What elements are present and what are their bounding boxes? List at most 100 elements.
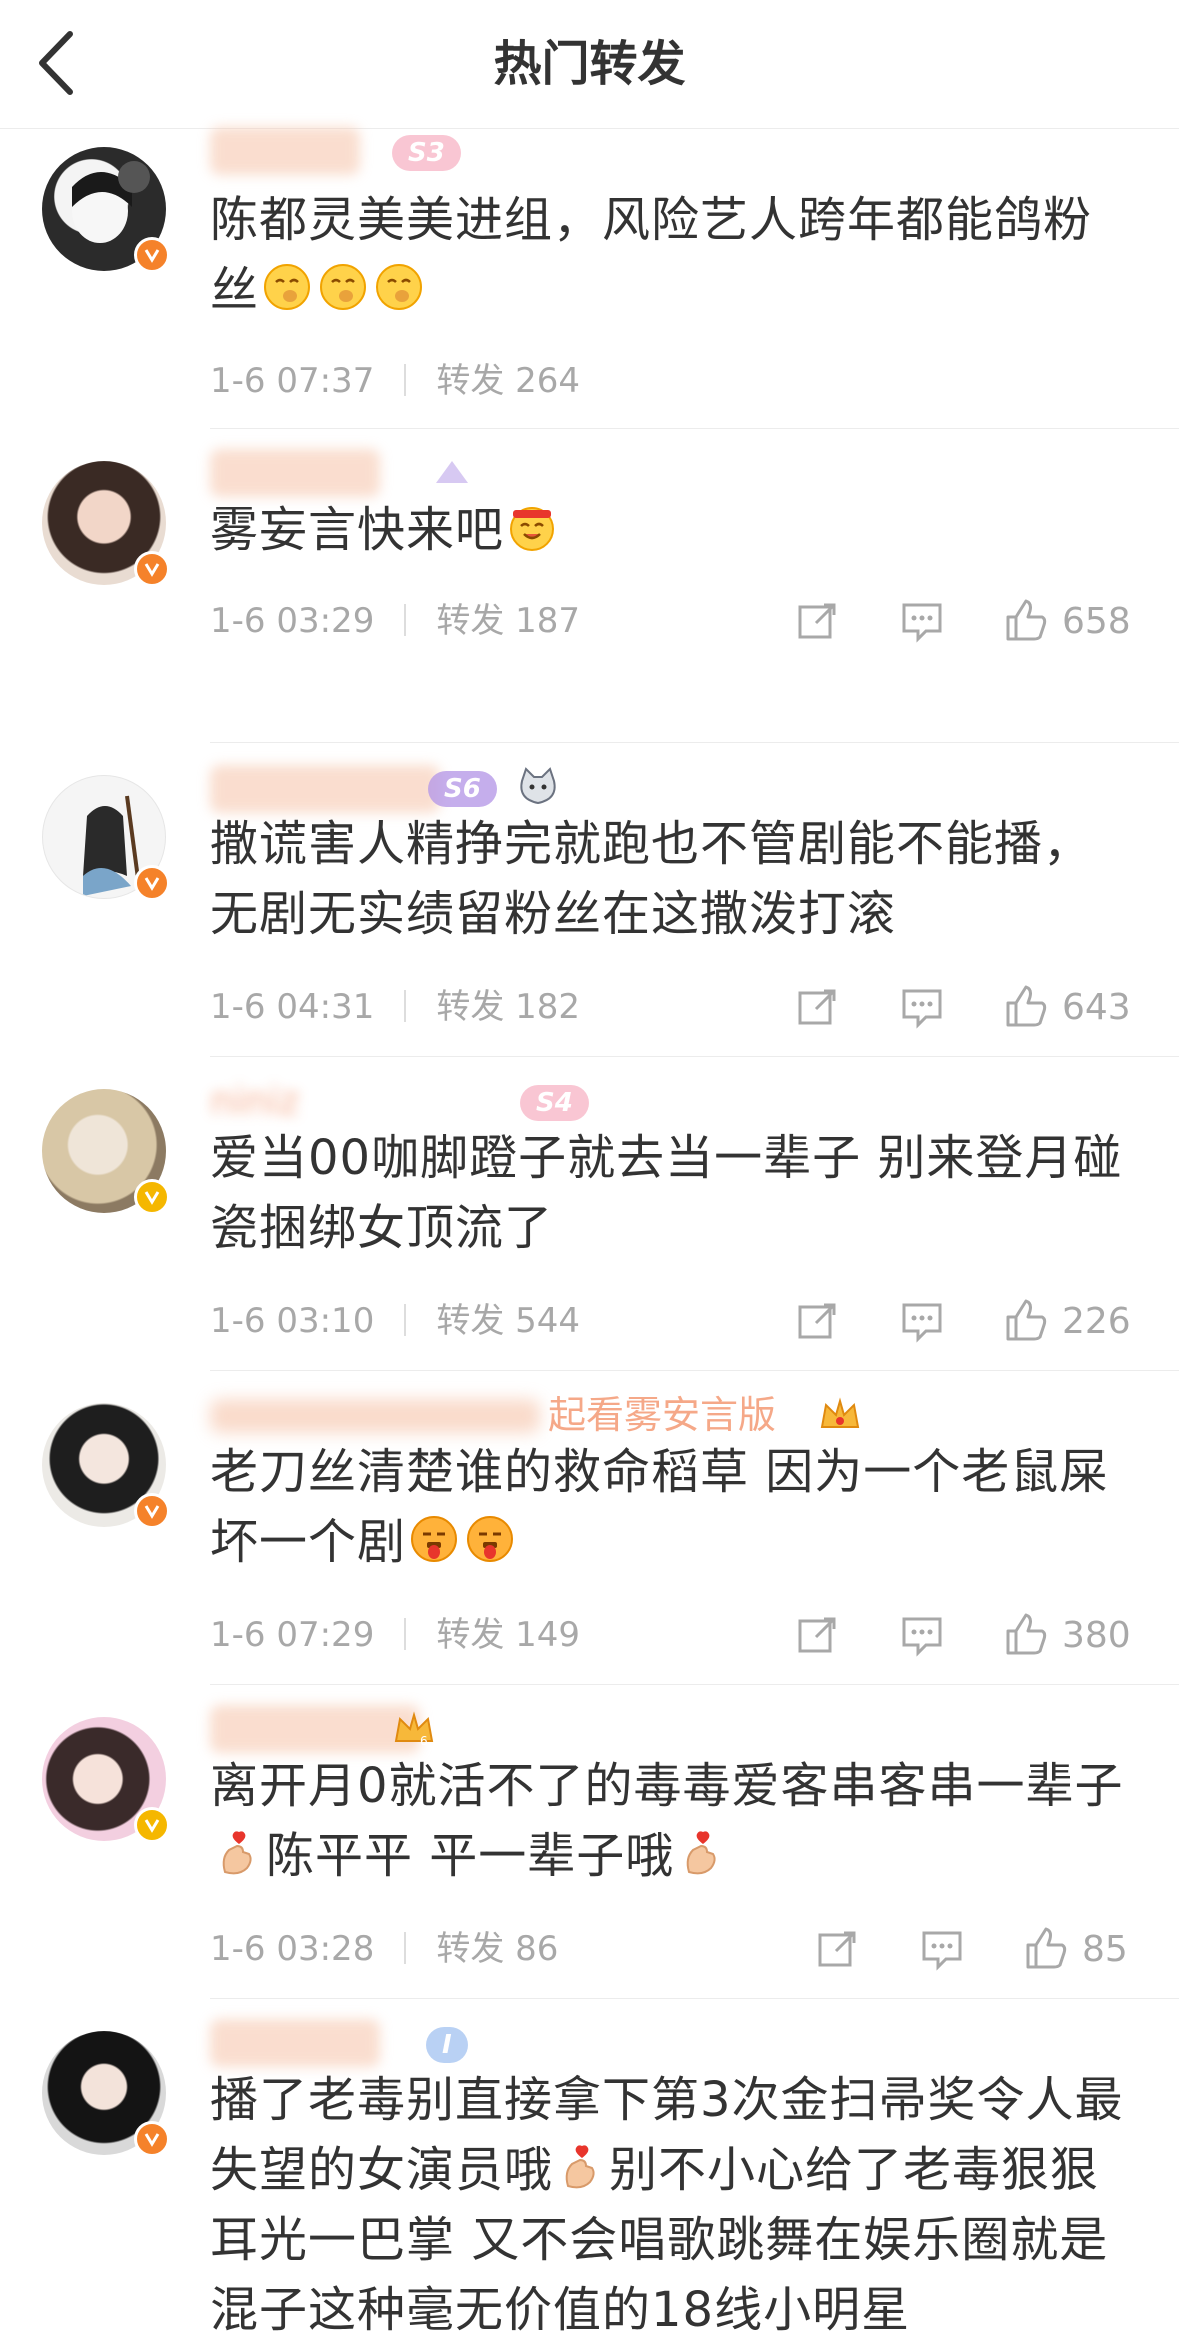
username-blurred-part (210, 1399, 540, 1433)
verified-badge-icon (134, 551, 170, 587)
yawn-emoji-icon (320, 264, 367, 310)
avatar[interactable] (42, 775, 170, 901)
avatar[interactable] (42, 1717, 170, 1843)
post-content: 陈都灵美美进组，风险艺人跨年都能鸽粉丝 (210, 192, 1093, 318)
avatar[interactable] (42, 1089, 170, 1215)
share-icon (798, 1617, 836, 1653)
verified-badge-icon (134, 865, 170, 901)
share-button[interactable] (794, 977, 842, 1037)
comment-button[interactable] (898, 977, 946, 1037)
level-badge: S3 (392, 135, 461, 171)
like-button[interactable]: 643 (1002, 977, 1131, 1037)
cheer-emoji-icon (510, 507, 555, 551)
tongue-emoji-icon (467, 1516, 514, 1562)
verified-badge-icon (134, 2121, 170, 2157)
avatar[interactable] (42, 1403, 170, 1529)
action-bar: 226 (0, 1291, 1179, 1351)
action-bar: 658 (0, 591, 1179, 651)
like-icon (1006, 599, 1047, 641)
post-meta: 1-6 07:37 转发 264 (210, 357, 580, 405)
post-content: 雾妄言快来吧 (210, 495, 1140, 565)
decoration-icon (430, 453, 474, 497)
post-content: 播了老毒别直接拿下第3次金扫帚奖令人最失望的女演员哦 别不小心给了老毒狠狠耳光一巴… (210, 2072, 1124, 2338)
crown-icon (818, 1393, 862, 1437)
avatar[interactable] (42, 147, 170, 273)
share-button[interactable] (794, 1605, 842, 1665)
meta-divider (404, 364, 407, 396)
cat-icon (516, 765, 560, 809)
like-button[interactable]: 85 (1022, 1919, 1128, 1979)
like-icon (1026, 1927, 1067, 1969)
post-time: 1-6 07:37 (210, 361, 375, 401)
page-title: 热门转发 (493, 36, 686, 92)
like-count: 380 (1062, 1614, 1131, 1656)
share-icon (798, 1303, 836, 1339)
username[interactable]: 起看雾安言版 (548, 1391, 776, 1439)
username[interactable]: niniz (210, 1077, 299, 1125)
comment-button[interactable] (918, 1919, 966, 1979)
share-button[interactable] (814, 1919, 862, 1979)
level-badge: S4 (520, 1085, 589, 1121)
comment-button[interactable] (898, 1605, 946, 1665)
avatar[interactable] (42, 2031, 170, 2157)
action-bar: 380 (0, 1605, 1179, 1665)
comment-icon (922, 1931, 962, 1971)
post-content: 离开月0就活不了的毒毒爱客串客串一辈子陈平平 平一辈子哦 (210, 1758, 1124, 1884)
like-count: 643 (1062, 986, 1131, 1028)
list-item[interactable]: S6 撒谎害人精挣完就跑也不管剧能不能播，无剧无实绩留粉丝在这撒泼打滚 1-6 … (0, 743, 1179, 1057)
action-bar: 85 (0, 1919, 1179, 1979)
comment-icon (902, 1303, 942, 1343)
like-count: 226 (1062, 1300, 1131, 1342)
post-content: 撒谎害人精挣完就跑也不管剧能不能播，无剧无实绩留粉丝在这撒泼打滚 (210, 816, 1093, 942)
list-item[interactable]: 雾妄言快来吧 1-6 03:29 转发 187 658 (0, 429, 1179, 743)
svg-text:6: 6 (420, 1734, 428, 1748)
comment-icon (902, 603, 942, 643)
username[interactable] (210, 1705, 420, 1753)
share-button[interactable] (794, 1291, 842, 1351)
share-icon (818, 1931, 856, 1967)
like-icon (1006, 1299, 1047, 1341)
share-icon (798, 603, 836, 639)
like-count: 85 (1082, 1928, 1128, 1970)
post-content: 老刀丝清楚谁的救命稻草 因为一个老鼠屎坏一个剧 (210, 1444, 1109, 1570)
action-bar: 643 (0, 977, 1179, 1037)
username[interactable] (210, 449, 380, 497)
finger-heart-icon (686, 1831, 716, 1875)
crown-icon: 6 (392, 1707, 436, 1751)
repost-count: 转发 264 (436, 361, 581, 401)
verified-badge-icon (134, 1807, 170, 1843)
list-item[interactable]: niniz S4 爱当00咖脚蹬子就去当一辈子 别来登月碰瓷捆绑女顶流了 1-6… (0, 1057, 1179, 1371)
share-icon (798, 989, 836, 1025)
username[interactable] (210, 127, 360, 175)
comment-icon (902, 1617, 942, 1657)
like-icon (1006, 985, 1047, 1027)
finger-heart-icon (222, 1831, 252, 1875)
tongue-emoji-icon (411, 1516, 458, 1562)
list-item[interactable]: I 播了老毒别直接拿下第3次金扫帚奖令人最失望的女演员哦 别不小心给了老毒狠狠耳光… (0, 1999, 1179, 2338)
username[interactable] (210, 2019, 380, 2067)
like-button[interactable]: 658 (1002, 591, 1131, 651)
comment-button[interactable] (898, 591, 946, 651)
yawn-emoji-icon (264, 264, 311, 310)
verified-badge-icon (134, 1493, 170, 1529)
navigation-bar: 热门转发 (0, 0, 1179, 129)
post-content: 爱当00咖脚蹬子就去当一辈子 别来登月碰瓷捆绑女顶流了 (210, 1130, 1123, 1256)
username[interactable] (210, 765, 440, 813)
verified-badge-icon (134, 237, 170, 273)
level-badge: S6 (428, 771, 497, 807)
list-item[interactable]: 6 离开月0就活不了的毒毒爱客串客串一辈子陈平平 平一辈子哦 1-6 03:28… (0, 1685, 1179, 1999)
list-item[interactable]: S3 陈都灵美美进组，风险艺人跨年都能鸽粉丝 1-6 07:37 转发 264 (0, 127, 1179, 429)
share-button[interactable] (794, 591, 842, 651)
like-button[interactable]: 380 (1002, 1605, 1131, 1665)
avatar[interactable] (42, 461, 170, 587)
like-button[interactable]: 226 (1002, 1291, 1131, 1351)
yawn-emoji-icon (376, 264, 423, 310)
comment-button[interactable] (898, 1291, 946, 1351)
verified-badge-icon (134, 1179, 170, 1215)
list-item[interactable]: 起看雾安言版 老刀丝清楚谁的救命稻草 因为一个老鼠屎坏一个剧 1-6 07:29… (0, 1371, 1179, 1685)
finger-heart-icon (565, 2145, 595, 2189)
comment-icon (902, 989, 942, 1029)
like-count: 658 (1062, 600, 1131, 642)
level-badge: I (426, 2027, 468, 2063)
like-icon (1006, 1613, 1047, 1655)
